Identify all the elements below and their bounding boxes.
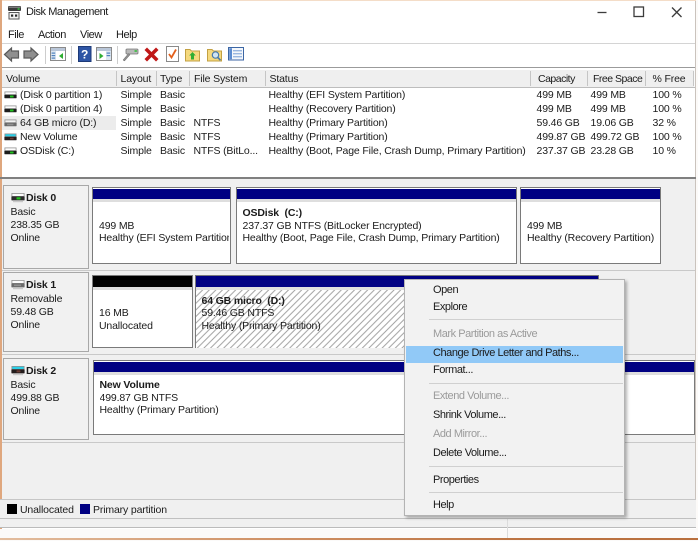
svg-text:?: ? (81, 48, 88, 62)
